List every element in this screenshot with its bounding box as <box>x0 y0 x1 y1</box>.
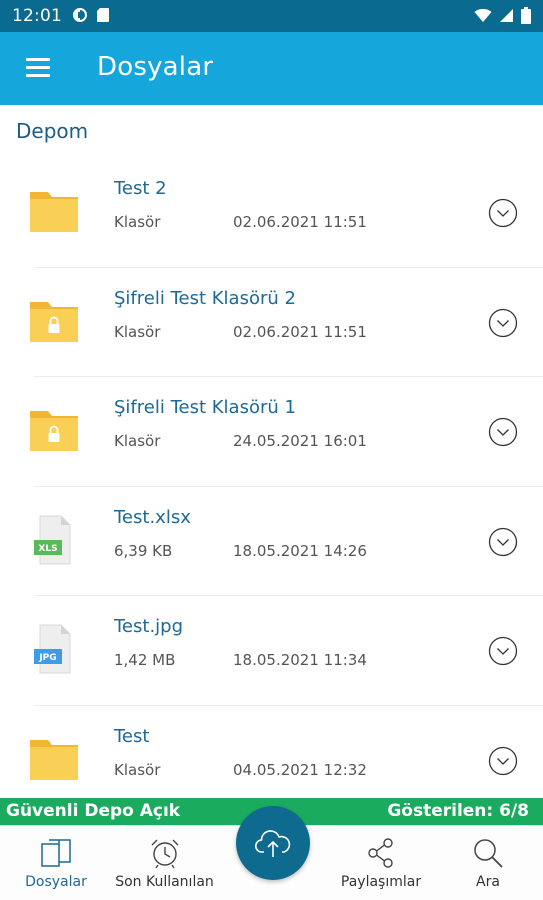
file-name: Test.xlsx <box>114 506 191 528</box>
chevron-down-icon[interactable] <box>488 308 518 338</box>
file-size: 1,42 MB <box>114 651 176 669</box>
nav-label: Son Kullanılan <box>115 874 214 890</box>
file-date: 18.05.2021 11:34 <box>233 651 367 669</box>
nav-files[interactable]: Dosyalar <box>0 826 112 900</box>
file-size: 6,39 KB <box>114 541 173 560</box>
file-name: Test <box>114 725 150 747</box>
file-date: 02.06.2021 11:51 <box>233 322 367 341</box>
signal-icon <box>500 9 513 22</box>
battery-icon <box>521 7 531 24</box>
nav-shares[interactable]: Paylaşımlar <box>323 826 439 900</box>
status-bar: 12:01 <box>0 0 543 32</box>
jpg-file-icon: JPG <box>34 624 71 674</box>
secure-storage-status: Güvenli Depo Açık <box>6 801 181 821</box>
chevron-down-icon[interactable] <box>488 198 518 228</box>
chevron-down-icon[interactable] <box>488 636 518 666</box>
share-icon <box>368 838 393 868</box>
list-item[interactable]: Test Klasör 04.05.2021 12:32 <box>0 706 543 799</box>
nav-recent[interactable]: Son Kullanılan <box>108 826 221 900</box>
file-date: 24.05.2021 16:01 <box>233 432 367 450</box>
list-item[interactable]: Test 2 Klasör 02.06.2021 11:51 <box>0 158 543 268</box>
nav-label: Paylaşımlar <box>340 874 422 890</box>
sd-card-icon <box>97 8 109 22</box>
xls-badge: XLS <box>38 544 57 554</box>
locked-folder-icon <box>30 301 78 342</box>
alarm-clock-icon <box>151 839 178 869</box>
breadcrumb[interactable]: Depom <box>16 119 88 143</box>
file-date: 04.05.2021 12:32 <box>233 760 367 779</box>
list-item[interactable]: Şifreli Test Klasörü 1 Klasör 24.05.2021… <box>0 377 543 487</box>
chevron-down-icon[interactable] <box>488 746 518 776</box>
chevron-down-icon[interactable] <box>488 417 518 447</box>
file-name: Test 2 <box>114 178 167 199</box>
file-name: Test.jpg <box>114 616 184 637</box>
file-meta: Klasör <box>114 432 161 450</box>
file-list: Test 2 Klasör 02.06.2021 11:51 Şifreli T… <box>0 158 543 798</box>
cloud-upload-icon <box>255 830 291 857</box>
shown-count: Gösterilen: 6/8 <box>387 801 529 821</box>
upload-button[interactable] <box>236 806 310 880</box>
file-name: Şifreli Test Klasörü 1 <box>114 397 296 418</box>
status-time: 12:01 <box>12 6 62 26</box>
file-meta: Klasör <box>114 213 161 231</box>
list-item[interactable]: XLS Test.xlsx 6,39 KB 18.05.2021 14:26 <box>0 487 543 596</box>
file-meta: Klasör <box>114 760 161 779</box>
locked-folder-icon <box>30 411 78 451</box>
search-icon <box>474 839 503 868</box>
nav-search[interactable]: Ara <box>438 826 538 900</box>
nav-label: Dosyalar <box>25 874 87 890</box>
list-item[interactable]: JPG Test.jpg 1,42 MB 18.05.2021 11:34 <box>0 596 543 706</box>
wifi-icon <box>474 8 492 22</box>
nav-label: Ara <box>476 874 500 890</box>
xls-file-icon: XLS <box>34 515 71 564</box>
chevron-down-icon[interactable] <box>488 527 518 557</box>
app-bar: Dosyalar <box>0 32 543 105</box>
jpg-badge: JPG <box>38 653 56 663</box>
file-date: 02.06.2021 11:51 <box>233 213 367 231</box>
file-date: 18.05.2021 14:26 <box>233 541 367 560</box>
folder-icon <box>30 739 78 780</box>
data-saver-icon <box>73 8 87 22</box>
folder-icon <box>30 192 78 232</box>
files-icon <box>41 839 71 867</box>
list-item[interactable]: Şifreli Test Klasörü 2 Klasör 02.06.2021… <box>0 268 543 377</box>
file-meta: Klasör <box>114 322 161 341</box>
menu-button[interactable] <box>24 56 54 80</box>
file-name: Şifreli Test Klasörü 2 <box>114 287 296 309</box>
page-title: Dosyalar <box>97 52 214 82</box>
